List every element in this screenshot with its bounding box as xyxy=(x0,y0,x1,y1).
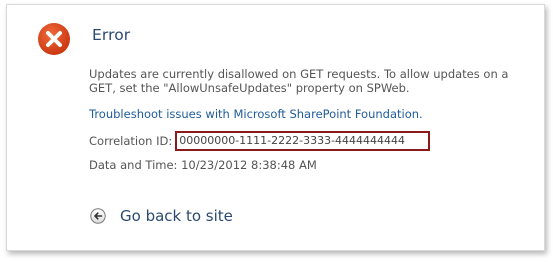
go-back-button[interactable]: Go back to site xyxy=(90,207,233,225)
correlation-row: Correlation ID: 00000000-1111-2222-3333-… xyxy=(89,131,431,151)
back-arrow-icon[interactable] xyxy=(90,208,106,224)
troubleshoot-link[interactable]: Troubleshoot issues with Microsoft Share… xyxy=(89,107,423,121)
correlation-label: Correlation ID: xyxy=(89,134,173,148)
error-x-icon xyxy=(38,23,70,55)
error-message: Updates are currently disallowed on GET … xyxy=(89,67,509,95)
error-card: Error Updates are currently disallowed o… xyxy=(6,4,545,251)
correlation-id-value: 00000000-1111-2222-3333-4444444444 xyxy=(175,131,431,151)
go-back-label[interactable]: Go back to site xyxy=(120,207,233,225)
page-title: Error xyxy=(92,26,131,44)
date-time-text: Data and Time: 10/23/2012 8:38:48 AM xyxy=(89,158,317,172)
